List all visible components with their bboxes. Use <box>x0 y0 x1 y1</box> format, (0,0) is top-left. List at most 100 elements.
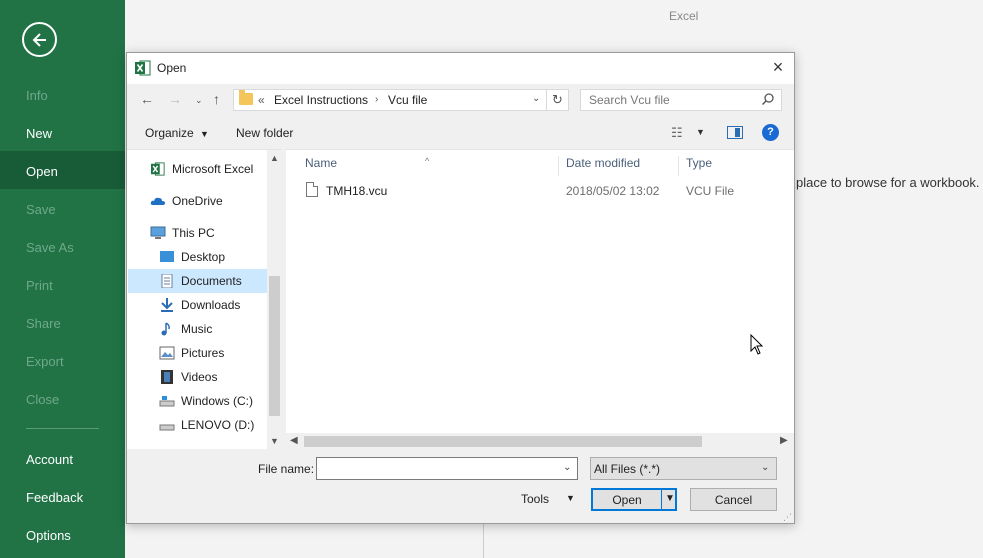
backstage-account[interactable]: Account <box>26 452 73 467</box>
backstage-info[interactable]: Info <box>26 88 48 103</box>
search-icon[interactable] <box>761 92 775 106</box>
drive-icon <box>159 396 175 407</box>
nav-item-label: LENOVO (D:) <box>181 418 255 432</box>
desktop-icon <box>160 251 174 262</box>
organize-button[interactable]: Organize ▼ <box>145 126 209 140</box>
new-folder-button[interactable]: New folder <box>236 126 293 140</box>
tools-button[interactable]: Tools <box>521 492 549 506</box>
nav-item-videos[interactable]: Videos <box>159 365 217 389</box>
backstage-options[interactable]: Options <box>26 528 71 543</box>
nav-scroll-thumb[interactable] <box>269 276 280 416</box>
scroll-up-icon[interactable]: ▲ <box>270 153 279 163</box>
sort-ascending-icon: ^ <box>425 156 430 166</box>
nav-item-desktop[interactable]: Desktop <box>159 245 225 269</box>
file-icon <box>306 182 318 197</box>
nav-item-onedrive[interactable]: OneDrive <box>150 189 223 213</box>
cancel-button[interactable]: Cancel <box>690 488 777 511</box>
up-folder-icon[interactable]: ↑ <box>213 91 220 107</box>
nav-item-label: Videos <box>181 370 218 384</box>
music-icon <box>161 322 170 336</box>
back-button[interactable] <box>22 22 57 57</box>
file-name-label: File name: <box>258 462 315 476</box>
organize-dropdown-icon: ▼ <box>200 129 209 139</box>
refresh-icon[interactable]: ↻ <box>547 89 569 111</box>
tools-dropdown-icon[interactable]: ▼ <box>566 493 575 503</box>
filter-dropdown-icon: ⌄ <box>761 462 770 473</box>
nav-item-this-pc[interactable]: This PC <box>150 221 215 245</box>
table-row[interactable]: TMH18.vcu 2018/05/02 13:02 VCU File <box>286 180 794 202</box>
scroll-right-icon[interactable]: ▶ <box>780 435 788 446</box>
nav-item-lenovo-d[interactable]: LENOVO (D:) <box>159 413 254 437</box>
column-header-date[interactable]: Date modified <box>559 156 679 176</box>
file-list-pane: ^ Name Date modified Type TMH18.vcu 2018… <box>286 149 794 450</box>
breadcrumb-overflow[interactable]: « <box>258 93 265 107</box>
backstage-open[interactable]: Open <box>26 164 58 179</box>
search-box[interactable] <box>580 89 782 111</box>
nav-item-microsoft-excel[interactable]: Microsoft Excel <box>150 157 253 181</box>
file-type-filter[interactable]: All Files (*.*) ⌄ <box>590 457 777 480</box>
file-name-combobox[interactable]: ⌄ <box>316 457 578 480</box>
computer-icon <box>150 226 166 239</box>
nav-item-downloads[interactable]: Downloads <box>159 293 240 317</box>
column-header-name[interactable]: ^ Name <box>286 156 559 176</box>
excel-icon <box>151 162 165 176</box>
folder-icon <box>239 90 253 105</box>
organize-label: Organize <box>145 126 194 140</box>
scroll-left-icon[interactable]: ◀ <box>290 435 298 446</box>
documents-icon <box>161 274 173 288</box>
dialog-titlebar: Open × <box>127 53 794 84</box>
horizontal-scrollbar[interactable]: ◀ ▶ <box>286 433 794 450</box>
nav-item-windows-c[interactable]: Windows (C:) <box>159 389 253 413</box>
file-name-input[interactable] <box>318 459 558 478</box>
nav-item-label: Microsoft Excel <box>172 162 254 176</box>
backstage-close[interactable]: Close <box>26 392 59 407</box>
backstage-export[interactable]: Export <box>26 354 64 369</box>
breadcrumb-separator-icon[interactable]: › <box>375 94 378 105</box>
backstage-sidebar: Info New Open Save Save As Print Share E… <box>0 0 125 558</box>
app-title: Excel <box>669 9 699 23</box>
backstage-separator <box>26 428 99 429</box>
help-icon[interactable]: ? <box>762 124 779 141</box>
resize-grip-icon[interactable]: ⋰ <box>783 512 792 523</box>
breadcrumb-excel-instructions[interactable]: Excel Instructions <box>274 93 368 107</box>
preview-pane-icon[interactable] <box>727 126 743 139</box>
backstage-print[interactable]: Print <box>26 278 53 293</box>
view-options-icon[interactable]: ☷ <box>671 125 683 141</box>
open-button[interactable]: Open ▼ <box>591 488 677 511</box>
recent-dropdown-icon[interactable]: ⌄ <box>195 95 203 106</box>
forward-nav-icon[interactable]: → <box>168 91 182 107</box>
column-header-type[interactable]: Type <box>679 156 794 176</box>
mouse-cursor-icon <box>750 334 764 355</box>
nav-scrollbar[interactable]: ▲ ▼ <box>267 150 282 450</box>
excel-icon <box>135 60 151 76</box>
navigation-pane: Microsoft Excel OneDrive This PC Desktop… <box>127 149 282 450</box>
backstage-feedback[interactable]: Feedback <box>26 490 83 505</box>
back-nav-icon[interactable]: ← <box>140 91 154 107</box>
pane-divider <box>483 524 484 558</box>
view-dropdown-icon[interactable]: ▼ <box>696 127 705 137</box>
dialog-toolbar: Organize ▼ New folder ☷ ▼ ? <box>127 119 794 149</box>
browse-hint-text: place to browse for a workbook. <box>796 175 980 190</box>
search-input[interactable] <box>582 91 757 109</box>
scroll-down-icon[interactable]: ▼ <box>270 436 279 446</box>
close-icon[interactable]: × <box>769 58 787 77</box>
backstage-share[interactable]: Share <box>26 316 61 331</box>
nav-item-pictures[interactable]: Pictures <box>159 341 224 365</box>
nav-item-music[interactable]: Music <box>159 317 212 341</box>
nav-item-label: OneDrive <box>172 194 223 208</box>
address-bar[interactable]: « Excel Instructions › Vcu file ⌄ <box>233 89 547 111</box>
backstage-new[interactable]: New <box>26 126 52 141</box>
open-split-divider <box>661 489 662 510</box>
backstage-save-as[interactable]: Save As <box>26 240 74 255</box>
open-dropdown-icon[interactable]: ▼ <box>665 493 675 504</box>
download-icon <box>161 298 173 312</box>
nav-item-label: This PC <box>172 226 215 240</box>
horizontal-scroll-thumb[interactable] <box>304 436 702 447</box>
videos-icon <box>161 370 173 384</box>
backstage-save[interactable]: Save <box>26 202 56 217</box>
file-name-dropdown-icon[interactable]: ⌄ <box>563 462 571 473</box>
address-dropdown-icon[interactable]: ⌄ <box>532 93 540 104</box>
nav-item-documents[interactable]: Documents <box>128 269 267 293</box>
breadcrumb-vcu-file[interactable]: Vcu file <box>388 93 427 107</box>
column-name-label: Name <box>305 156 338 170</box>
